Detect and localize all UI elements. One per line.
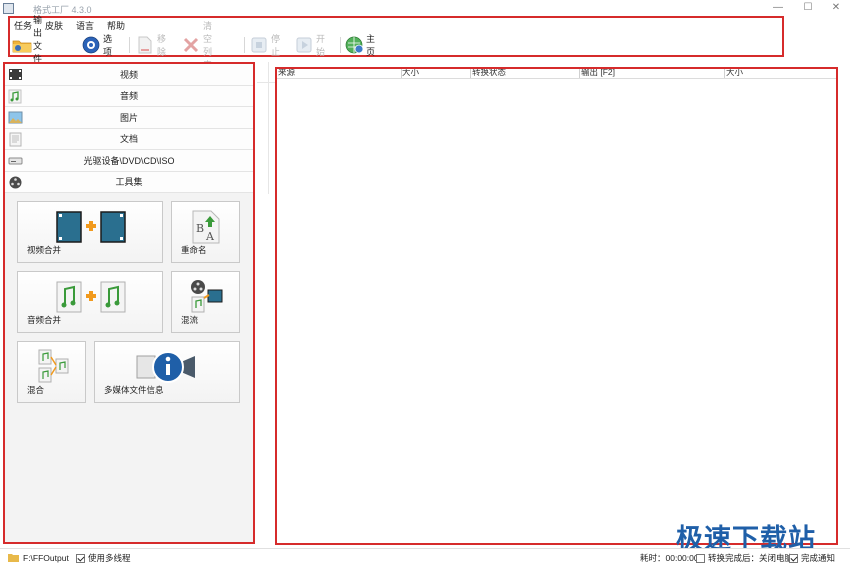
- start-button[interactable]: 开始: [295, 34, 326, 57]
- panel-divider: [257, 82, 275, 83]
- rename-icon: BA: [190, 208, 224, 248]
- remove-document-icon: [136, 36, 154, 54]
- start-icon: [295, 36, 313, 54]
- notify-label: 完成通知: [801, 553, 836, 563]
- close-button[interactable]: ✕: [830, 2, 842, 14]
- category-optical-drive[interactable]: 光驱设备\DVD\CD\ISO: [5, 150, 253, 172]
- category-panel: 视频 音频 图片 文档 光驱设备\DVD\CD\ISO 工具集 视频合并 B A…: [3, 62, 255, 544]
- film-icon: [8, 67, 23, 82]
- remove-button[interactable]: 移除: [136, 34, 167, 57]
- audio-merge-tile[interactable]: 音频合并: [17, 271, 163, 333]
- after-convert-label: 转换完成后：关闭电脑: [708, 553, 794, 563]
- multithread-checkbox-box[interactable]: [76, 553, 85, 563]
- task-table-header: 来源 大小 转换状态 输出 [F2] 大小: [277, 69, 836, 79]
- remove-label: 移除: [157, 34, 167, 57]
- category-document-label: 文档: [119, 134, 138, 145]
- column-convert-status[interactable]: 转换状态: [472, 69, 506, 78]
- svg-text:B: B: [196, 222, 204, 235]
- toolbar-separator: [129, 37, 130, 53]
- column-output[interactable]: 输出 [F2]: [581, 69, 615, 78]
- app-icon: [3, 3, 14, 14]
- mix-tile[interactable]: 混合: [17, 341, 86, 403]
- column-output-size[interactable]: 大小: [726, 69, 743, 78]
- clear-x-icon: [182, 36, 200, 54]
- category-tools-label: 工具集: [115, 177, 143, 188]
- video-merge-label: 视频合并: [27, 245, 62, 255]
- audio-merge-label: 音频合并: [27, 315, 62, 325]
- category-audio-label: 音频: [119, 91, 138, 102]
- multithread-label: 使用多线程: [88, 553, 131, 563]
- elapsed-time-label: 耗时：00:00:00: [640, 553, 699, 563]
- media-info-icon: [135, 348, 201, 388]
- output-folder-button[interactable]: 输出文件夹: [12, 15, 42, 77]
- rename-label: 重命名: [181, 245, 207, 255]
- column-source[interactable]: 来源: [278, 69, 295, 78]
- stop-icon: [250, 36, 268, 54]
- category-picture[interactable]: 图片: [5, 107, 253, 129]
- output-path-label: F:\FFOutput: [23, 553, 69, 563]
- after-convert-checkbox-box[interactable]: [696, 553, 705, 563]
- mix-label: 混合: [27, 385, 45, 395]
- notify-checkbox[interactable]: 完成通知: [789, 552, 835, 564]
- document-icon: [8, 132, 23, 147]
- column-divider[interactable]: [724, 69, 725, 78]
- start-label: 开始: [316, 34, 326, 57]
- task-list-panel[interactable]: 来源 大小 转换状态 输出 [F2] 大小: [275, 67, 838, 545]
- disc-drive-icon: [8, 153, 23, 168]
- menu-skin[interactable]: 皮肤: [45, 20, 63, 33]
- stop-label: 停止: [271, 34, 281, 57]
- media-info-label: 多媒体文件信息: [104, 385, 164, 395]
- maximize-button[interactable]: ☐: [802, 2, 814, 14]
- folder-icon: [8, 553, 19, 564]
- category-document[interactable]: 文档: [5, 128, 253, 150]
- mux-tile[interactable]: 混流: [171, 271, 240, 333]
- title-bar: 格式工厂 4.3.0 — ☐ ✕: [0, 0, 850, 17]
- media-info-tile[interactable]: 多媒体文件信息: [94, 341, 240, 403]
- output-path[interactable]: F:\FFOutput: [8, 552, 69, 564]
- column-divider[interactable]: [470, 69, 471, 78]
- tools-reel-icon: [8, 175, 23, 190]
- menu-language[interactable]: 语言: [76, 20, 94, 33]
- menu-task[interactable]: 任务: [14, 20, 32, 33]
- music-note-icon: [8, 89, 23, 104]
- mux-label: 混流: [181, 315, 199, 325]
- category-video-label: 视频: [119, 69, 138, 80]
- rename-tile[interactable]: BA 重命名: [171, 201, 240, 263]
- minimize-button[interactable]: —: [772, 2, 784, 14]
- video-merge-tile[interactable]: 视频合并: [17, 201, 163, 263]
- category-optical-drive-label: 光驱设备\DVD\CD\ISO: [83, 155, 175, 166]
- multithread-checkbox[interactable]: 使用多线程: [76, 552, 131, 564]
- home-button[interactable]: 主页: [345, 34, 376, 57]
- category-audio[interactable]: 音频: [5, 85, 253, 107]
- toolbar-separator: [340, 37, 341, 53]
- elapsed-time: 耗时：00:00:00: [640, 552, 699, 564]
- menu-toolbar-area: 任务 皮肤 语言 帮助 输出文件夹 选项 移除 清: [8, 15, 784, 77]
- category-picture-label: 图片: [119, 112, 138, 123]
- category-video[interactable]: 视频: [5, 64, 253, 86]
- column-size[interactable]: 大小: [402, 69, 419, 78]
- clear-list-button[interactable]: 清空列表: [182, 21, 212, 70]
- audio-merge-icon: [55, 280, 127, 316]
- home-label: 主页: [366, 34, 376, 57]
- home-globe-icon: [345, 36, 364, 54]
- status-bar: F:\FFOutput 使用多线程 耗时：00:00:00 转换完成后：关闭电脑…: [0, 548, 850, 566]
- folder-icon: [12, 36, 32, 54]
- picture-icon: [8, 110, 23, 125]
- stop-button[interactable]: 停止: [250, 34, 281, 57]
- toolbar-separator: [244, 37, 245, 53]
- video-merge-icon: [55, 210, 127, 246]
- options-button[interactable]: 选项: [82, 34, 113, 57]
- after-convert-checkbox[interactable]: 转换完成后：关闭电脑: [696, 552, 793, 564]
- category-tools[interactable]: 工具集: [5, 171, 253, 193]
- options-globe-icon: [82, 36, 100, 54]
- mix-icon: [36, 348, 70, 386]
- options-label: 选项: [103, 34, 113, 57]
- mux-icon: [188, 278, 226, 316]
- notify-checkbox-box[interactable]: [789, 553, 798, 563]
- svg-text:A: A: [205, 230, 215, 243]
- column-divider[interactable]: [579, 69, 580, 78]
